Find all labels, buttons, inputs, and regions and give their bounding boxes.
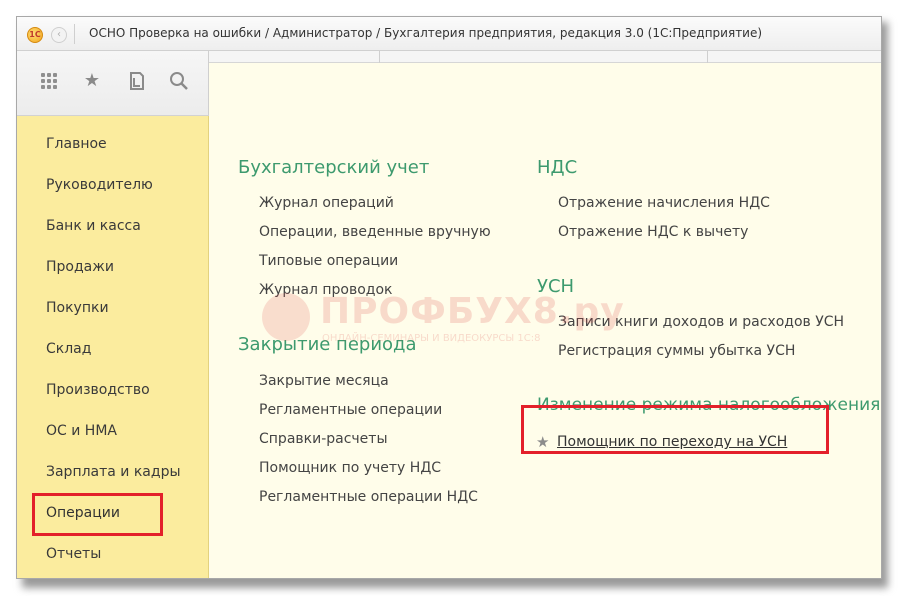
sidebar-item-production[interactable]: Производство [17,370,208,411]
back-icon[interactable]: ‹ [51,27,67,43]
link-income-expense-book[interactable]: Записи книги доходов и расходов УСН [558,314,844,330]
search-icon[interactable] [167,69,191,93]
link-month-closing[interactable]: Закрытие месяца [259,373,389,389]
link-vat-deduction[interactable]: Отражение НДС к вычету [558,224,748,240]
tab-strip [209,51,881,63]
tab-divider [707,51,708,63]
link-vat-accrual[interactable]: Отражение начисления НДС [558,195,770,211]
link-typical-operations[interactable]: Типовые операции [259,253,398,269]
link-manual-operations[interactable]: Операции, введенные вручную [259,224,491,240]
favorites-star-icon[interactable]: ★ [80,69,104,93]
tab-divider [379,51,380,63]
sidebar-toolbar: ★ [17,51,209,116]
sidebar-item-sales[interactable]: Продажи [17,247,208,288]
highlight-operations-box [32,493,163,536]
link-entries-journal[interactable]: Журнал проводок [259,282,393,298]
app-logo-icon[interactable]: 1С [27,27,43,43]
section-title-vat: НДС [537,157,578,178]
link-vat-assistant[interactable]: Помощник по учету НДС [259,460,441,476]
highlight-assistant-box [521,405,829,454]
link-calculation-certificates[interactable]: Справки-расчеты [259,431,388,447]
link-operations-journal[interactable]: Журнал операций [259,195,394,211]
title-bar: 1С ‹ ОСНО Проверка на ошибки / Администр… [17,17,881,51]
history-icon[interactable] [125,69,149,93]
link-routine-operations[interactable]: Регламентные операции [259,402,442,418]
sidebar-item-main[interactable]: Главное [17,124,208,165]
sidebar-item-warehouse[interactable]: Склад [17,329,208,370]
sidebar-item-payroll[interactable]: Зарплата и кадры [17,452,208,493]
sidebar-item-purchases[interactable]: Покупки [17,288,208,329]
link-usn-loss-registration[interactable]: Регистрация суммы убытка УСН [558,343,795,359]
sidebar-item-bank-cash[interactable]: Банк и касса [17,206,208,247]
sidebar-item-fixed-assets[interactable]: ОС и НМА [17,411,208,452]
title-separator [74,24,75,44]
apps-grid-icon[interactable] [36,69,60,93]
sidebar-item-management[interactable]: Руководителю [17,165,208,206]
window-title: ОСНО Проверка на ошибки / Администратор … [89,26,763,40]
section-title-period-closing: Закрытие периода [238,334,417,355]
sidebar-item-reports[interactable]: Отчеты [17,534,208,575]
link-routine-vat-operations[interactable]: Регламентные операции НДС [259,489,478,505]
section-title-usn: УСН [537,276,575,297]
section-title-accounting: Бухгалтерский учет [238,157,430,178]
app-window: 1С ‹ ОСНО Проверка на ошибки / Администр… [16,16,882,579]
section-content: Бухгалтерский учет Журнал операций Опера… [209,64,881,578]
